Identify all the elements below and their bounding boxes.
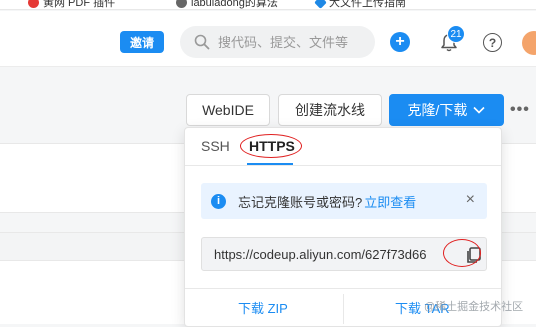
annotation-circle: [240, 134, 302, 158]
clone-download-label: 克隆/下载: [407, 102, 468, 118]
download-zip-link[interactable]: 下载 ZIP: [238, 298, 288, 317]
watermark: @稀土掘金技术社区: [424, 301, 524, 313]
bookmark-favicon-icon: [176, 0, 187, 8]
clone-popover: SSH HTTPS i 忘记克隆账号或密码? 立即查看 × https://co…: [184, 127, 502, 327]
protocol-tabs: SSH HTTPS: [185, 128, 501, 166]
search-input[interactable]: [218, 34, 368, 50]
more-options-button[interactable]: •••: [510, 102, 530, 118]
plus-icon: +: [395, 33, 405, 50]
panel-header-strip: [0, 233, 186, 261]
content-panel: [0, 232, 186, 324]
clone-url-text[interactable]: https://codeup.aliyun.com/627f73d66: [214, 247, 460, 262]
webide-button[interactable]: WebIDE: [186, 94, 270, 126]
content-panel: [0, 143, 186, 213]
invite-button[interactable]: 邀请: [120, 31, 164, 53]
active-tab-indicator: [247, 163, 293, 165]
divider: [343, 294, 344, 324]
annotation-circle: [443, 239, 481, 267]
avatar[interactable]: [522, 31, 536, 55]
bookmark-item[interactable]: 黄网 PDF 插件: [28, 0, 116, 9]
clone-download-button[interactable]: 克隆/下载: [389, 94, 504, 126]
bookmark-label: 大文件上传指南: [329, 0, 406, 9]
notification-badge: 21: [447, 25, 465, 43]
bookmark-item[interactable]: labuladong的算法: [176, 0, 278, 9]
chevron-down-icon: [473, 106, 486, 114]
notice-text: 忘记克隆账号或密码?: [238, 194, 363, 210]
view-now-link[interactable]: 立即查看: [364, 192, 416, 211]
help-icon[interactable]: ?: [483, 33, 502, 52]
close-icon[interactable]: ×: [466, 192, 475, 208]
info-icon: i: [211, 193, 226, 209]
bookmark-favicon-icon: [314, 0, 327, 9]
top-header: 邀请 + 21 ?: [0, 11, 536, 67]
search-box[interactable]: [180, 26, 375, 58]
create-plus-button[interactable]: +: [390, 32, 410, 52]
bookmark-bar: 黄网 PDF 插件 labuladong的算法 大文件上传指南: [0, 0, 536, 10]
tab-ssh[interactable]: SSH: [201, 138, 230, 154]
bookmark-favicon-icon: [28, 0, 39, 8]
credentials-notice: i 忘记克隆账号或密码? 立即查看 ×: [201, 183, 487, 219]
divider: [185, 288, 501, 289]
bookmark-item[interactable]: 大文件上传指南: [314, 0, 406, 9]
create-pipeline-button[interactable]: 创建流水线: [278, 94, 382, 126]
search-icon: [194, 34, 210, 50]
bookmark-label: labuladong的算法: [191, 0, 278, 9]
bookmark-label: 黄网 PDF 插件: [43, 0, 116, 9]
